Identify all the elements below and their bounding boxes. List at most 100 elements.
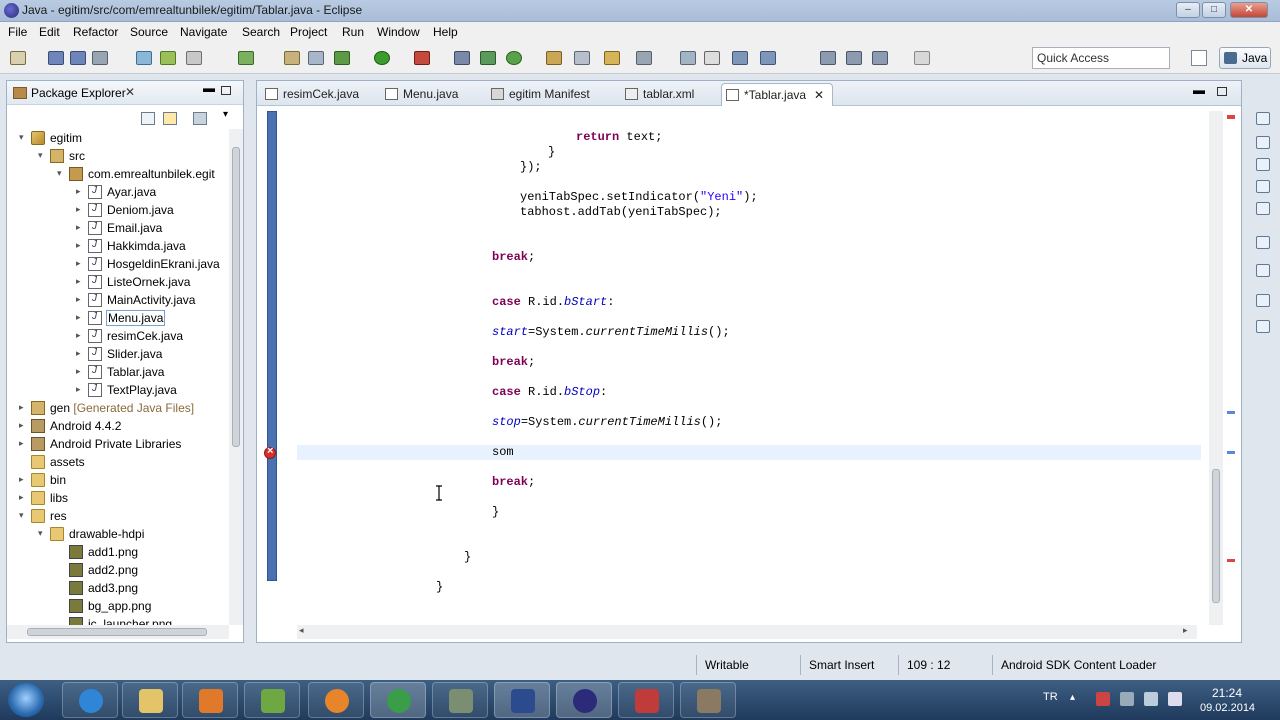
pin-editor-icon[interactable] bbox=[914, 51, 930, 65]
link-with-editor-icon[interactable] bbox=[163, 112, 177, 125]
menu-run[interactable]: Run bbox=[342, 25, 364, 39]
tree-toggle-icon[interactable]: ▸ bbox=[76, 204, 86, 215]
minimize-button[interactable]: ‒ bbox=[1176, 2, 1200, 18]
tree-item[interactable]: ▸ resimCek.java bbox=[7, 327, 229, 345]
tree-item[interactable]: ▸ TextPlay.java bbox=[7, 381, 229, 399]
tree-toggle-icon[interactable]: ▸ bbox=[76, 330, 86, 341]
open-perspective-button[interactable] bbox=[1191, 50, 1207, 66]
code-area[interactable]: return text;}}); yeniTabSpec.setIndicator… bbox=[257, 81, 1207, 621]
taskbar-eclipse[interactable] bbox=[556, 682, 612, 718]
error-overview-mark[interactable] bbox=[1227, 559, 1235, 562]
android-sdk-icon[interactable] bbox=[136, 51, 152, 65]
tree-item[interactable]: ▾ res bbox=[7, 507, 229, 525]
menu-help[interactable]: Help bbox=[433, 25, 458, 39]
tree-toggle-icon[interactable]: ▾ bbox=[57, 168, 67, 179]
logcat-icon[interactable] bbox=[1256, 264, 1270, 277]
language-indicator[interactable]: TR bbox=[1043, 691, 1058, 703]
tree-item[interactable]: ▸ Tablar.java bbox=[7, 363, 229, 381]
taskbar-android-sdk[interactable] bbox=[432, 682, 488, 718]
taskbar-eclipse-alt[interactable] bbox=[494, 682, 550, 718]
tree-item[interactable]: ▾ drawable-hdpi bbox=[7, 525, 229, 543]
volume-icon[interactable] bbox=[1168, 692, 1182, 706]
tree-item[interactable]: ▸ bin bbox=[7, 471, 229, 489]
action-center-icon[interactable] bbox=[1096, 692, 1110, 706]
tree-item[interactable]: ▸ Hakkimda.java bbox=[7, 237, 229, 255]
scroll-right-icon[interactable]: ▸ bbox=[1183, 625, 1188, 636]
console-icon[interactable] bbox=[1256, 236, 1270, 249]
network-icon[interactable] bbox=[1120, 692, 1134, 706]
back-icon[interactable] bbox=[846, 51, 862, 65]
tree-item[interactable]: ▸ Ayar.java bbox=[7, 183, 229, 201]
new-java-project-icon[interactable] bbox=[454, 51, 470, 65]
editor-hscroll[interactable]: ◂ ▸ bbox=[297, 625, 1197, 639]
next-annotation-icon[interactable] bbox=[732, 51, 748, 65]
tree-toggle-icon[interactable]: ▸ bbox=[76, 276, 86, 287]
coverage-icon[interactable] bbox=[334, 51, 350, 65]
android-avd-icon[interactable] bbox=[160, 51, 176, 65]
tree-toggle-icon[interactable]: ▸ bbox=[76, 312, 86, 323]
taskbar-file-explorer[interactable] bbox=[122, 682, 178, 718]
external-tools-icon[interactable] bbox=[414, 51, 430, 65]
taskbar-link-app[interactable] bbox=[618, 682, 674, 718]
menu-source[interactable]: Source bbox=[130, 25, 168, 39]
taskbar-tools-app[interactable] bbox=[680, 682, 736, 718]
clock-time[interactable]: 21:24 bbox=[1212, 686, 1242, 700]
tree-toggle-icon[interactable]: ▸ bbox=[76, 222, 86, 233]
package-explorer-hscroll-thumb[interactable] bbox=[27, 628, 207, 636]
task-list-icon[interactable] bbox=[1256, 112, 1270, 125]
tree-toggle-icon[interactable]: ▸ bbox=[19, 402, 29, 413]
javadoc-icon[interactable] bbox=[1256, 180, 1270, 193]
tree-toggle-icon[interactable]: ▸ bbox=[76, 294, 86, 305]
tree-toggle-icon[interactable]: ▸ bbox=[19, 420, 29, 431]
tree-item[interactable]: ▸ gen [Generated Java Files] bbox=[7, 399, 229, 417]
tree-toggle-icon[interactable]: ▸ bbox=[19, 438, 29, 449]
declaration-icon[interactable] bbox=[1256, 202, 1270, 215]
tree-toggle-icon[interactable]: ▾ bbox=[38, 528, 48, 539]
status-task[interactable]: Android SDK Content Loader bbox=[1001, 658, 1156, 672]
tree-toggle-icon[interactable]: ▾ bbox=[38, 150, 48, 161]
check-icon[interactable] bbox=[238, 51, 254, 65]
chevron-down-icon[interactable]: ▾ bbox=[223, 109, 228, 120]
print-icon[interactable] bbox=[92, 51, 108, 65]
tree-item[interactable]: ▸ Menu.java bbox=[7, 309, 229, 327]
package-explorer-maximize-icon[interactable] bbox=[221, 86, 231, 95]
taskbar-media-player[interactable] bbox=[182, 682, 238, 718]
tree-item[interactable]: ▸ Android 4.4.2 bbox=[7, 417, 229, 435]
devices-icon[interactable] bbox=[1256, 294, 1270, 307]
tree-toggle-icon[interactable]: ▸ bbox=[76, 384, 86, 395]
new-class-icon[interactable] bbox=[506, 51, 522, 65]
package-explorer-vscroll-thumb[interactable] bbox=[232, 147, 240, 447]
view-menu-icon[interactable] bbox=[193, 112, 207, 125]
prev-annotation-icon[interactable] bbox=[760, 51, 776, 65]
open-type-icon[interactable] bbox=[546, 51, 562, 65]
tree-toggle-icon[interactable]: ▸ bbox=[76, 348, 86, 359]
tree-item[interactable]: ▸ HosgeldinEkrani.java bbox=[7, 255, 229, 273]
tree-item[interactable]: ic_launcher.png bbox=[7, 615, 229, 625]
show-hidden-icons-icon[interactable]: ▴ bbox=[1070, 692, 1084, 706]
debug-icon[interactable] bbox=[308, 51, 324, 65]
menu-search[interactable]: Search bbox=[242, 25, 280, 39]
new-package-icon[interactable] bbox=[480, 51, 496, 65]
tree-item[interactable]: ▸ Email.java bbox=[7, 219, 229, 237]
block-selection-icon[interactable] bbox=[704, 51, 720, 65]
menu-window[interactable]: Window bbox=[377, 25, 420, 39]
new-icon[interactable] bbox=[10, 51, 26, 65]
save-all-icon[interactable] bbox=[70, 51, 86, 65]
tree-toggle-icon[interactable]: ▸ bbox=[19, 474, 29, 485]
tree-item[interactable]: assets bbox=[7, 453, 229, 471]
quick-access-input[interactable]: Quick Access bbox=[1032, 47, 1170, 69]
editor-maximize-icon[interactable] bbox=[1217, 87, 1227, 96]
menu-navigate[interactable]: Navigate bbox=[180, 25, 227, 39]
taskbar-chrome[interactable] bbox=[370, 682, 426, 718]
collapse-all-icon[interactable] bbox=[141, 112, 155, 125]
menu-file[interactable]: File bbox=[8, 25, 27, 39]
open-task-icon[interactable] bbox=[574, 51, 590, 65]
taskbar-firefox[interactable] bbox=[308, 682, 364, 718]
tree-item[interactable]: ▾ egitim bbox=[7, 129, 229, 147]
editor-vscroll-thumb[interactable] bbox=[1212, 469, 1220, 603]
tree-item[interactable]: add1.png bbox=[7, 543, 229, 561]
tree-toggle-icon[interactable]: ▸ bbox=[76, 186, 86, 197]
show-whitespace-icon[interactable] bbox=[680, 51, 696, 65]
tree-toggle-icon[interactable]: ▸ bbox=[76, 240, 86, 251]
tree-item[interactable]: ▾ com.emrealtunbilek.egit bbox=[7, 165, 229, 183]
